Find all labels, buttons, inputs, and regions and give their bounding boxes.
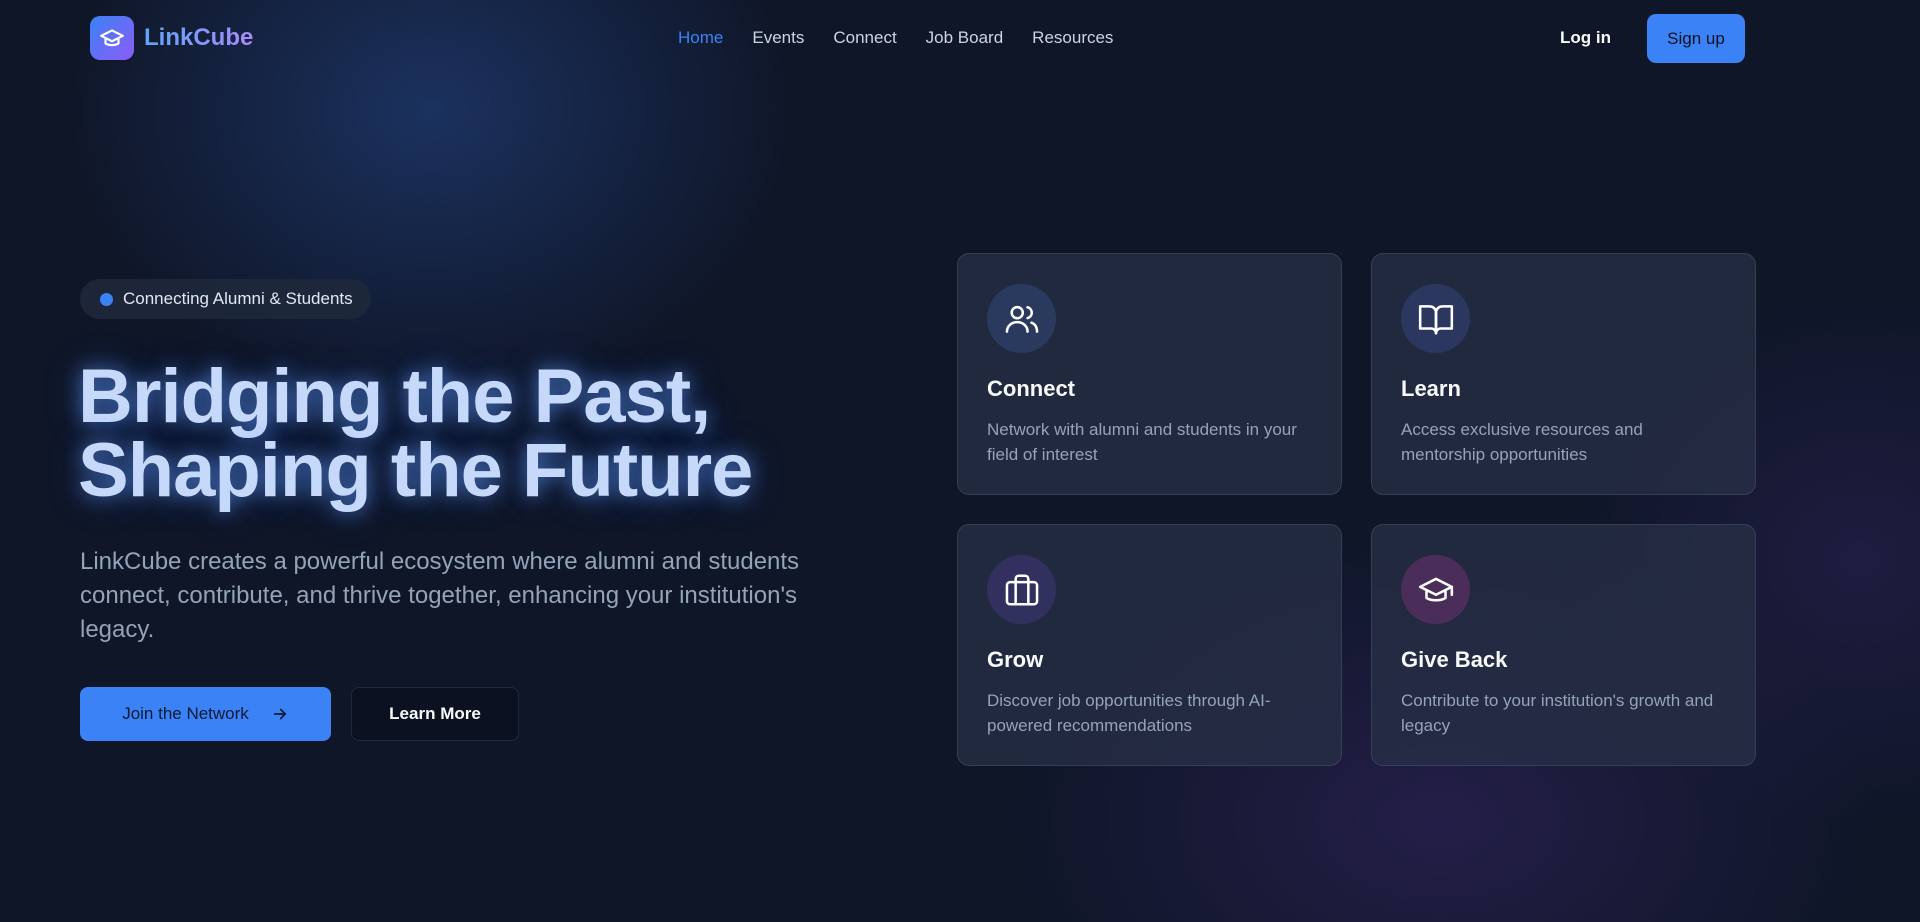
join-network-label: Join the Network <box>122 704 249 723</box>
hero-headline-line1: Bridging the Past, <box>78 354 711 439</box>
top-nav: LinkCube Home Events Connect Job Board R… <box>0 0 1920 78</box>
feature-description: Access exclusive resources and mentorshi… <box>1401 420 1643 464</box>
signup-button[interactable]: Sign up <box>1647 14 1745 63</box>
feature-description: Discover job opportunities through AI-po… <box>987 691 1271 735</box>
brand-name: LinkCube <box>144 24 254 51</box>
hero-headline-line2: Shaping the Future <box>78 428 753 513</box>
hero-subtext: LinkCube creates a powerful ecosystem wh… <box>80 548 800 643</box>
nav-connect[interactable]: Connect <box>833 28 896 48</box>
hero-badge: Connecting Alumni & Students <box>80 279 371 319</box>
feature-card-connect[interactable]: Connect Network with alumni and students… <box>957 253 1342 495</box>
nav-resources[interactable]: Resources <box>1032 28 1113 48</box>
nav-job-board[interactable]: Job Board <box>926 28 1004 48</box>
feature-title: Learn <box>1401 376 1461 401</box>
status-dot-icon <box>100 292 113 306</box>
learn-more-button[interactable]: Learn More <box>351 687 519 741</box>
feature-description: Contribute to your institution's growth … <box>1401 691 1714 735</box>
users-icon <box>987 284 1056 353</box>
graduation-cap-icon <box>90 16 134 60</box>
nav-home[interactable]: Home <box>678 28 723 48</box>
feature-description: Network with alumni and students in your… <box>987 420 1297 464</box>
feature-title: Connect <box>987 376 1075 401</box>
feature-card-give-back[interactable]: Give Back Contribute to your institution… <box>1371 524 1756 766</box>
feature-title: Grow <box>987 647 1044 672</box>
feature-card-learn[interactable]: Learn Access exclusive resources and men… <box>1371 253 1756 495</box>
book-open-icon <box>1401 284 1470 353</box>
feature-card-grow[interactable]: Grow Discover job opportunities through … <box>957 524 1342 766</box>
nav-events[interactable]: Events <box>752 28 804 48</box>
hero-headline: Bridging the Past, Shaping the Future <box>78 359 838 509</box>
login-link[interactable]: Log in <box>1560 28 1611 48</box>
arrow-right-icon <box>273 708 286 720</box>
main-nav: Home Events Connect Job Board Resources <box>678 28 1113 48</box>
hero-badge-text: Connecting Alumni & Students <box>123 289 353 308</box>
briefcase-icon <box>987 555 1056 624</box>
graduation-cap-icon <box>1401 555 1470 624</box>
brand-logo[interactable]: LinkCube <box>90 16 253 60</box>
feature-title: Give Back <box>1401 647 1508 672</box>
join-network-button[interactable]: Join the Network <box>80 687 331 741</box>
